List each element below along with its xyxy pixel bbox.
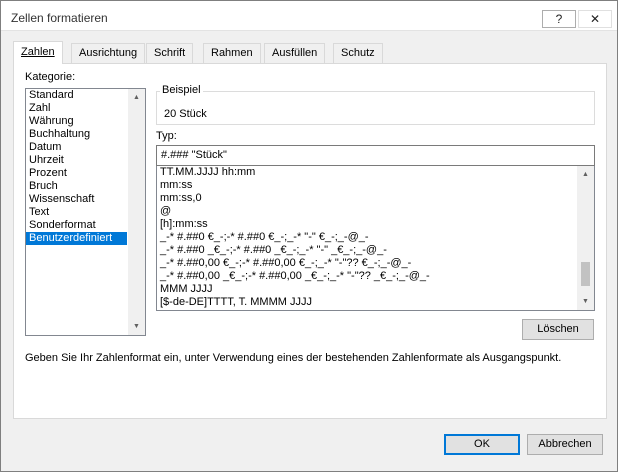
close-button[interactable]: ✕ [578, 10, 612, 28]
tab-label: Schrift [154, 47, 186, 59]
tab-label: Rahmen [211, 47, 253, 59]
sample-group [156, 91, 595, 125]
close-icon: ✕ [589, 12, 601, 26]
tab-schrift[interactable]: Schrift [146, 43, 194, 63]
ok-button[interactable]: OK [444, 434, 520, 455]
scroll-down-icon[interactable]: ▼ [577, 293, 594, 310]
format-item[interactable]: _-* #.##0,00 _€_-;-* #.##0,00 _€_-;_-* "… [157, 270, 575, 283]
category-label: Kategorie: [25, 71, 76, 83]
format-item[interactable]: _-* #.##0 _€_-;-* #.##0 _€_-;_-* "-" _€_… [157, 244, 575, 257]
category-item-waehrung[interactable]: Währung [26, 115, 127, 128]
sample-value: 20 Stück [164, 108, 207, 120]
category-item-zahl[interactable]: Zahl [26, 102, 127, 115]
format-item[interactable]: [$-de-DE]TTTT, T. MMMM JJJJ [157, 296, 575, 309]
tab-label: Zahlen [21, 46, 55, 58]
format-item[interactable]: mm:ss [157, 179, 575, 192]
format-item[interactable]: TT.MM.JJJJ hh:mm [157, 166, 575, 179]
tab-ausfuellen[interactable]: Ausfüllen [264, 43, 326, 63]
cancel-button[interactable]: Abbrechen [527, 434, 603, 455]
format-scrollbar[interactable]: ▲ ▼ [577, 166, 594, 310]
tab-label: Schutz [341, 47, 375, 59]
format-item[interactable]: mm:ss,0 [157, 192, 575, 205]
category-item-sonderformat[interactable]: Sonderformat [26, 219, 127, 232]
tab-ausrichtung[interactable]: Ausrichtung [71, 43, 146, 63]
category-scrollbar[interactable]: ▲ ▼ [128, 89, 145, 335]
tab-schutz[interactable]: Schutz [333, 43, 383, 63]
category-item-text[interactable]: Text [26, 206, 127, 219]
category-item-wissenschaft[interactable]: Wissenschaft [26, 193, 127, 206]
cancel-button-label: Abbrechen [538, 438, 592, 450]
format-item[interactable]: _-* #.##0,00 €_-;-* #.##0,00 €_-;_-* "-"… [157, 257, 575, 270]
format-item[interactable]: MMM JJJJ [157, 283, 575, 296]
tab-label: Ausrichtung [79, 47, 138, 59]
category-item-benutzerdefiniert[interactable]: Benutzerdefiniert [26, 232, 127, 245]
scroll-up-icon[interactable]: ▲ [128, 89, 145, 106]
scroll-thumb[interactable] [581, 262, 590, 286]
category-item-bruch[interactable]: Bruch [26, 180, 127, 193]
type-input[interactable]: #.### "Stück" [156, 145, 595, 166]
format-item[interactable]: _-* #.##0 €_-;-* #.##0 €_-;_-* "-" €_-;_… [157, 231, 575, 244]
category-item-datum[interactable]: Datum [26, 141, 127, 154]
tab-label: Ausfüllen [272, 47, 318, 59]
format-item[interactable]: [h]:mm:ss [157, 218, 575, 231]
format-cells-dialog: Zellen formatieren ? ✕ Zahlen Ausrichtun… [0, 0, 618, 472]
category-item-standard[interactable]: Standard [26, 89, 127, 102]
help-icon: ? [555, 12, 563, 26]
tab-zahlen[interactable]: Zahlen [13, 41, 63, 64]
delete-button-label: Löschen [537, 323, 579, 335]
format-list[interactable]: TT.MM.JJJJ hh:mm mm:ss mm:ss,0 @ [h]:mm:… [156, 166, 595, 311]
ok-button-label: OK [474, 438, 490, 450]
help-button[interactable]: ? [542, 10, 576, 28]
category-list[interactable]: Standard Zahl Währung Buchhaltung Datum … [25, 88, 146, 336]
type-label: Typ: [156, 130, 177, 142]
scroll-down-icon[interactable]: ▼ [128, 318, 145, 335]
title-bar[interactable]: Zellen formatieren ? ✕ [1, 1, 617, 31]
sample-label: Beispiel [160, 84, 203, 96]
tab-rahmen[interactable]: Rahmen [203, 43, 261, 63]
delete-button[interactable]: Löschen [522, 319, 594, 340]
scroll-up-icon[interactable]: ▲ [577, 166, 594, 183]
format-item[interactable]: @ [157, 205, 575, 218]
category-item-buchhaltung[interactable]: Buchhaltung [26, 128, 127, 141]
category-item-uhrzeit[interactable]: Uhrzeit [26, 154, 127, 167]
category-item-prozent[interactable]: Prozent [26, 167, 127, 180]
hint-text: Geben Sie Ihr Zahlenformat ein, unter Ve… [25, 352, 562, 364]
dialog-title: Zellen formatieren [11, 11, 108, 25]
tab-panel-zahlen: Kategorie: Standard Zahl Währung Buchhal… [13, 63, 607, 419]
